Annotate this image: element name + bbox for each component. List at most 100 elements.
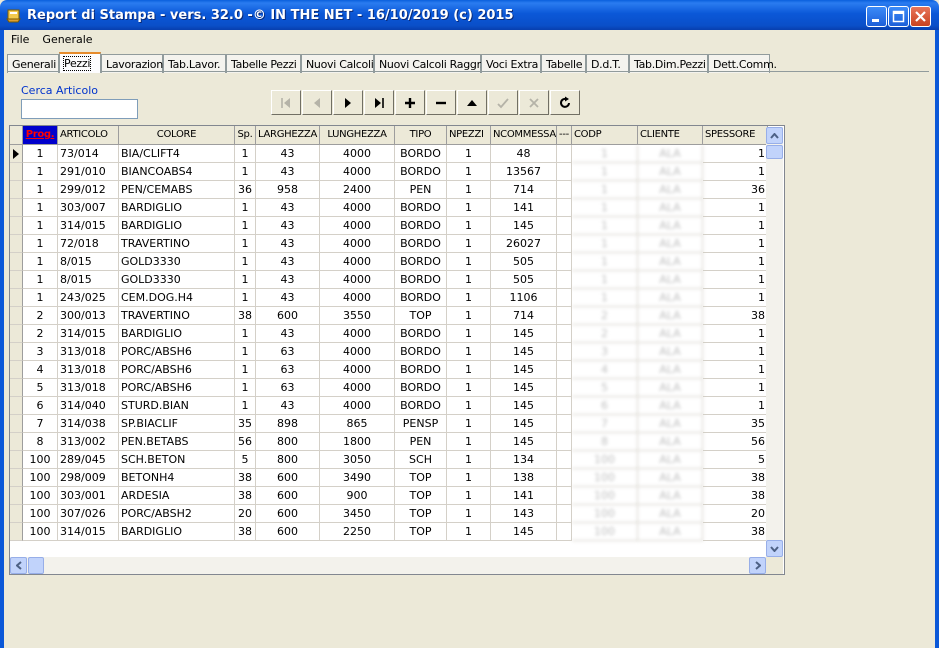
cell-codp[interactable]: 7	[572, 415, 638, 433]
table-row[interactable]: 1 303/007 BARDIGLIO 1 43 4000 BORDO 1 141 1 ALA 1	[10, 199, 768, 217]
cell-articolo[interactable]: 307/026	[58, 505, 119, 523]
cell-larghezza[interactable]: 43	[256, 397, 320, 415]
horizontal-scrollbar[interactable]	[10, 557, 766, 574]
column-header-tipo[interactable]: TIPO	[395, 126, 447, 145]
cell-[interactable]	[557, 469, 572, 487]
table-row[interactable]: 1 73/014 BIA/CLIFT4 1 43 4000 BORDO 1 48 1 ALA 1	[10, 145, 768, 163]
cell-spessore[interactable]: 1	[703, 145, 768, 163]
column-header-npezzi[interactable]: NPEZZI	[447, 126, 491, 145]
cell-npezzi[interactable]: 1	[447, 451, 491, 469]
cell-larghezza[interactable]: 63	[256, 343, 320, 361]
cell-[interactable]	[557, 307, 572, 325]
delete-record-button[interactable]	[426, 90, 456, 115]
cell-codp[interactable]: 100	[572, 487, 638, 505]
cell-ncommessa[interactable]: 145	[491, 379, 557, 397]
cell-cliente[interactable]: ALA	[638, 307, 703, 325]
cell-colore[interactable]: BARDIGLIO	[119, 199, 235, 217]
cell-lunghezza[interactable]: 4000	[320, 325, 395, 343]
cell-codp[interactable]: 1	[572, 145, 638, 163]
cell-spessore[interactable]: 1	[703, 199, 768, 217]
cell-spessore[interactable]: 1	[703, 289, 768, 307]
cell-colore[interactable]: BETONH4	[119, 469, 235, 487]
cell-larghezza[interactable]: 800	[256, 433, 320, 451]
cell-sp[interactable]: 5	[235, 451, 256, 469]
table-row[interactable]: 1 8/015 GOLD3330 1 43 4000 BORDO 1 505 1 ALA 1	[10, 271, 768, 289]
cell-colore[interactable]: PORC/ABSH6	[119, 379, 235, 397]
cell-cliente[interactable]: ALA	[638, 469, 703, 487]
cell-tipo[interactable]: BORDO	[395, 361, 447, 379]
cell-larghezza[interactable]: 43	[256, 217, 320, 235]
prior-record-button[interactable]	[302, 90, 332, 115]
cell-colore[interactable]: BARDIGLIO	[119, 523, 235, 541]
cell-tipo[interactable]: TOP	[395, 307, 447, 325]
cell-colore[interactable]: SCH.BETON	[119, 451, 235, 469]
cell-lunghezza[interactable]: 4000	[320, 397, 395, 415]
cell-[interactable]	[557, 361, 572, 379]
cell-larghezza[interactable]: 63	[256, 379, 320, 397]
cell-prog[interactable]: 100	[23, 505, 58, 523]
cell-lunghezza[interactable]: 3450	[320, 505, 395, 523]
cell-larghezza[interactable]: 43	[256, 325, 320, 343]
cell-spessore[interactable]: 1	[703, 217, 768, 235]
cell-npezzi[interactable]: 1	[447, 361, 491, 379]
column-header-codp[interactable]: CODP	[572, 126, 638, 145]
cell-ncommessa[interactable]: 145	[491, 325, 557, 343]
vertical-scrollbar[interactable]	[766, 127, 783, 557]
cell-lunghezza[interactable]: 1800	[320, 433, 395, 451]
scroll-left-button[interactable]	[10, 557, 27, 574]
cell-larghezza[interactable]: 43	[256, 289, 320, 307]
cell-larghezza[interactable]: 43	[256, 235, 320, 253]
cell-cliente[interactable]: ALA	[638, 505, 703, 523]
cell-larghezza[interactable]: 898	[256, 415, 320, 433]
cell-colore[interactable]: GOLD3330	[119, 271, 235, 289]
minimize-button[interactable]	[866, 6, 887, 27]
cell-articolo[interactable]: 314/015	[58, 217, 119, 235]
cell-larghezza[interactable]: 43	[256, 199, 320, 217]
cell-npezzi[interactable]: 1	[447, 397, 491, 415]
cell-spessore[interactable]: 38	[703, 523, 768, 541]
cell-lunghezza[interactable]: 900	[320, 487, 395, 505]
cell-spessore[interactable]: 1	[703, 271, 768, 289]
cell-[interactable]	[557, 433, 572, 451]
cell-[interactable]	[557, 343, 572, 361]
cell-articolo[interactable]: 313/002	[58, 433, 119, 451]
cell-codp[interactable]: 100	[572, 451, 638, 469]
table-row[interactable]: 1 314/015 BARDIGLIO 1 43 4000 BORDO 1 145 1 ALA 1	[10, 217, 768, 235]
cell-colore[interactable]: TRAVERTINO	[119, 307, 235, 325]
table-row[interactable]: 2 300/013 TRAVERTINO 38 600 3550 TOP 1 714 2 ALA 38	[10, 307, 768, 325]
cell-articolo[interactable]: 8/015	[58, 271, 119, 289]
cell-spessore[interactable]: 56	[703, 433, 768, 451]
cell-lunghezza[interactable]: 4000	[320, 199, 395, 217]
cell-larghezza[interactable]: 600	[256, 487, 320, 505]
cell-npezzi[interactable]: 1	[447, 289, 491, 307]
cell-prog[interactable]: 4	[23, 361, 58, 379]
table-row[interactable]: 1 299/012 PEN/CEMABS 36 958 2400 PEN 1 714 1 ALA 36	[10, 181, 768, 199]
cell-sp[interactable]: 1	[235, 343, 256, 361]
table-row[interactable]: 1 291/010 BIANCOABS4 1 43 4000 BORDO 1 13567 1 ALA…	[10, 163, 768, 181]
cell-sp[interactable]: 56	[235, 433, 256, 451]
cell-lunghezza[interactable]: 4000	[320, 217, 395, 235]
cell-prog[interactable]: 1	[23, 289, 58, 307]
cell-cliente[interactable]: ALA	[638, 217, 703, 235]
cell-tipo[interactable]: BORDO	[395, 145, 447, 163]
cell-sp[interactable]: 1	[235, 163, 256, 181]
cell-codp[interactable]: 1	[572, 253, 638, 271]
tab-pezzi[interactable]: Pezzi	[59, 52, 101, 73]
cell-codp[interactable]: 1	[572, 199, 638, 217]
cell-prog[interactable]: 5	[23, 379, 58, 397]
cell-ncommessa[interactable]: 505	[491, 271, 557, 289]
cell-prog[interactable]: 1	[23, 271, 58, 289]
cell-cliente[interactable]: ALA	[638, 451, 703, 469]
cell-npezzi[interactable]: 1	[447, 253, 491, 271]
cell-[interactable]	[557, 523, 572, 541]
column-header-lunghezza[interactable]: LUNGHEZZA	[320, 126, 395, 145]
cell-sp[interactable]: 38	[235, 307, 256, 325]
cell-codp[interactable]: 1	[572, 235, 638, 253]
cell-codp[interactable]: 6	[572, 397, 638, 415]
cell-spessore[interactable]: 5	[703, 451, 768, 469]
cell-sp[interactable]: 1	[235, 271, 256, 289]
cell-spessore[interactable]: 38	[703, 469, 768, 487]
cell-colore[interactable]: PORC/ABSH6	[119, 343, 235, 361]
cell-sp[interactable]: 1	[235, 253, 256, 271]
cell-spessore[interactable]: 1	[703, 397, 768, 415]
